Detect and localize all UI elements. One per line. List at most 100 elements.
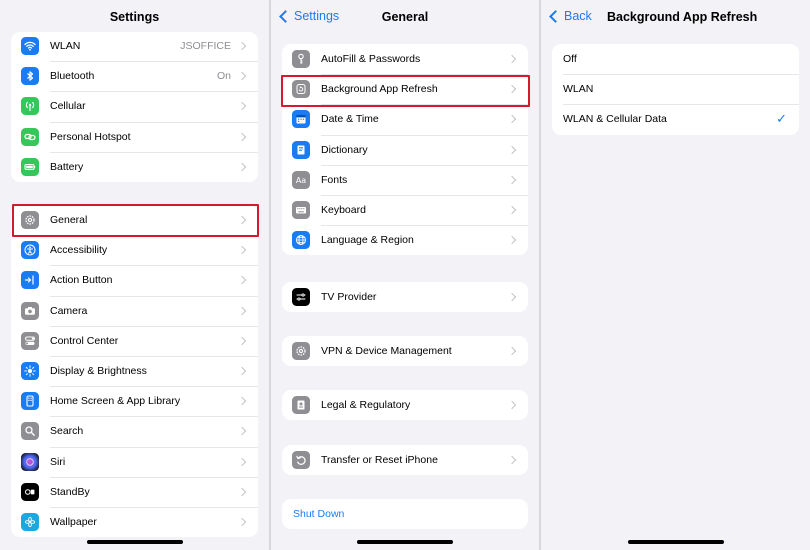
row-label: Legal & Regulatory bbox=[321, 399, 411, 412]
settings-row-standby[interactable]: StandBy bbox=[11, 476, 258, 507]
row-label: Dictionary bbox=[321, 143, 368, 156]
bar-title: Background App Refresh bbox=[607, 10, 758, 24]
general-row-tv-provider[interactable]: TV Provider bbox=[282, 282, 528, 312]
row-label: Transfer or Reset iPhone bbox=[321, 454, 438, 467]
chevron-right-icon bbox=[507, 346, 517, 356]
chevron-right-icon bbox=[237, 102, 247, 111]
row-label: Cellular bbox=[50, 100, 86, 113]
siri-icon bbox=[21, 452, 39, 471]
chevron-right-icon bbox=[507, 85, 517, 94]
general-panel: Settings General AutoFill & Passwords Ba… bbox=[271, 0, 539, 550]
key-icon bbox=[292, 50, 310, 69]
row-label: Fonts bbox=[321, 173, 348, 186]
general-group-transfer: Transfer or Reset iPhone bbox=[282, 445, 528, 476]
settings-row-camera[interactable]: Camera bbox=[11, 295, 258, 326]
chevron-right-icon bbox=[237, 396, 247, 406]
row-label: Action Button bbox=[50, 274, 113, 287]
chevron-right-icon bbox=[507, 205, 517, 215]
settings-row-action-button[interactable]: Action Button bbox=[11, 265, 258, 295]
chevron-right-icon bbox=[507, 115, 517, 124]
book-icon bbox=[292, 140, 310, 159]
settings-group-connectivity: WLAN JSOFFICE Bluetooth On Cellular Pers… bbox=[11, 32, 258, 182]
row-label: StandBy bbox=[50, 485, 90, 498]
gear-icon bbox=[21, 211, 39, 230]
settings-row-display[interactable]: Display & Brightness bbox=[11, 355, 258, 386]
settings-row-battery[interactable]: Battery bbox=[11, 151, 258, 182]
row-label: Language & Region bbox=[321, 234, 414, 247]
refresh-icon bbox=[292, 80, 310, 99]
globe-icon bbox=[292, 231, 310, 250]
settings-navbar: Settings bbox=[0, 0, 269, 34]
row-label: Control Center bbox=[50, 334, 119, 347]
general-group-tv: TV Provider bbox=[282, 282, 528, 313]
chevron-right-icon bbox=[237, 72, 247, 81]
row-label: VPN & Device Management bbox=[321, 345, 452, 358]
document-icon bbox=[292, 396, 310, 415]
standby-icon bbox=[21, 482, 39, 501]
row-label: General bbox=[50, 214, 88, 227]
chevron-right-icon bbox=[507, 455, 517, 465]
chevron-right-icon bbox=[237, 276, 247, 285]
general-navbar: Settings General bbox=[271, 0, 539, 34]
row-label: Siri bbox=[50, 455, 66, 468]
settings-row-bluetooth[interactable]: Bluetooth On bbox=[11, 61, 258, 91]
settings-row-general[interactable]: General bbox=[11, 205, 258, 235]
calendar-icon bbox=[292, 110, 310, 129]
general-row-background-app-refresh[interactable]: Background App Refresh bbox=[282, 74, 528, 104]
row-label: WLAN bbox=[50, 40, 81, 53]
svg-text:Aa: Aa bbox=[296, 176, 306, 185]
settings-row-wlan[interactable]: WLAN JSOFFICE bbox=[11, 32, 258, 61]
wifi-icon bbox=[21, 37, 39, 56]
general-row-legal[interactable]: Legal & Regulatory bbox=[282, 390, 528, 420]
chevron-right-icon bbox=[507, 235, 517, 245]
option-off[interactable]: Off bbox=[552, 44, 799, 74]
antenna-icon bbox=[21, 97, 39, 116]
option-wlan-cellular[interactable]: WLAN & Cellular Data ✓ bbox=[552, 104, 799, 134]
chevron-right-icon bbox=[237, 215, 247, 225]
settings-row-cellular[interactable]: Cellular bbox=[11, 91, 258, 121]
shut-down-label: Shut Down bbox=[293, 508, 345, 521]
chevron-right-icon bbox=[507, 175, 517, 185]
general-row-dictionary[interactable]: Dictionary bbox=[282, 134, 528, 165]
settings-row-wallpaper[interactable]: Wallpaper bbox=[11, 506, 258, 537]
settings-group-general: General Accessibility Action Button Came… bbox=[11, 205, 258, 538]
phone-icon bbox=[21, 392, 39, 411]
general-row-date-time[interactable]: Date & Time bbox=[282, 104, 528, 134]
general-row-autofill[interactable]: AutoFill & Passwords bbox=[282, 44, 528, 74]
row-label: Battery bbox=[50, 160, 84, 173]
home-indicator bbox=[357, 540, 453, 544]
chevron-right-icon bbox=[507, 145, 517, 154]
general-row-keyboard[interactable]: Keyboard bbox=[282, 194, 528, 225]
general-row-transfer-reset[interactable]: Transfer or Reset iPhone bbox=[282, 445, 528, 475]
chevron-right-icon bbox=[237, 132, 247, 141]
settings-row-home-screen[interactable]: Home Screen & App Library bbox=[11, 386, 258, 416]
settings-panel: Settings WLAN JSOFFICE Bluetooth On Cell… bbox=[0, 0, 269, 550]
settings-row-accessibility[interactable]: Accessibility bbox=[11, 235, 258, 265]
row-label: AutoFill & Passwords bbox=[321, 53, 421, 66]
back-button[interactable]: Back bbox=[547, 9, 592, 23]
row-value: JSOFFICE bbox=[180, 40, 231, 53]
flower-icon bbox=[21, 512, 39, 531]
settings-row-hotspot[interactable]: Personal Hotspot bbox=[11, 121, 258, 152]
settings-title: Settings bbox=[109, 10, 160, 24]
link-icon bbox=[21, 127, 39, 146]
tv-provider-icon bbox=[292, 288, 310, 307]
shut-down-button[interactable]: Shut Down bbox=[282, 499, 528, 529]
chevron-right-icon bbox=[237, 336, 247, 346]
settings-row-search[interactable]: Search bbox=[11, 416, 258, 446]
accessibility-icon bbox=[21, 241, 39, 260]
chevron-right-icon bbox=[237, 41, 247, 51]
general-row-vpn[interactable]: VPN & Device Management bbox=[282, 336, 528, 366]
chevron-right-icon bbox=[237, 517, 247, 527]
option-label: WLAN & Cellular Data bbox=[563, 113, 667, 126]
search-icon bbox=[21, 422, 39, 441]
general-title: General bbox=[381, 10, 429, 24]
general-row-fonts[interactable]: Aa Fonts bbox=[282, 164, 528, 195]
general-row-language-region[interactable]: Language & Region bbox=[282, 225, 528, 255]
option-wlan[interactable]: WLAN bbox=[552, 74, 799, 104]
row-label: Accessibility bbox=[50, 244, 108, 257]
chevron-right-icon bbox=[237, 162, 247, 172]
settings-row-control-center[interactable]: Control Center bbox=[11, 325, 258, 356]
background-app-refresh-panel: Back Background App Refresh Off WLAN WLA… bbox=[541, 0, 810, 550]
settings-row-siri[interactable]: Siri bbox=[11, 446, 258, 477]
